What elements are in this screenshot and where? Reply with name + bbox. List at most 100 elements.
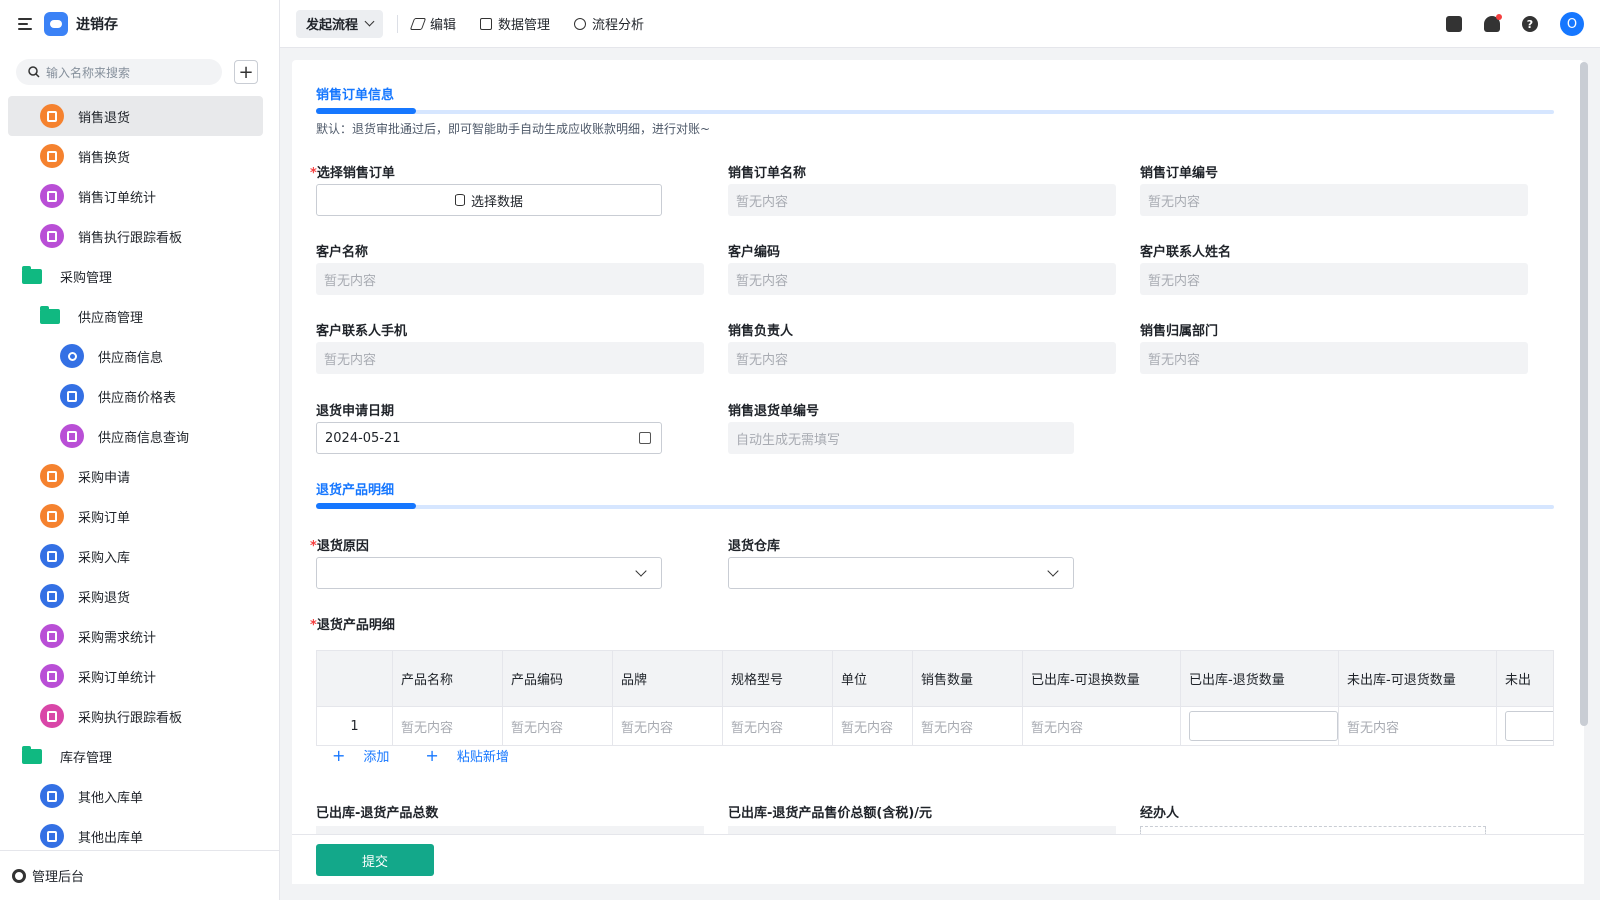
home-icon: [40, 704, 64, 728]
form-icon: [40, 104, 64, 128]
contact-name-label: 客户联系人姓名: [1140, 245, 1232, 260]
sidebar-item[interactable]: 供应商信息: [8, 336, 263, 376]
help-icon[interactable]: ?: [1522, 16, 1538, 32]
column-header: 产品名称: [393, 651, 503, 706]
column-header: 已出库-可退换数量: [1023, 651, 1181, 706]
sidebar-item[interactable]: 采购执行跟踪看板: [8, 696, 263, 736]
select-order-label: 选择销售订单: [316, 162, 395, 181]
sidebar-item[interactable]: 采购管理: [8, 256, 263, 296]
doc-icon: [40, 824, 64, 848]
sales-dept-field: 暂无内容: [1140, 342, 1528, 374]
sidebar-item[interactable]: 销售换货: [8, 136, 263, 176]
flow-analysis-button[interactable]: 流程分析: [574, 14, 644, 33]
contact-phone-label: 客户联系人手机: [316, 324, 408, 339]
sidebar-item-label: 采购订单: [78, 510, 131, 526]
search-input[interactable]: 输入名称来搜索: [16, 59, 222, 85]
column-header: 品牌: [613, 651, 723, 706]
sidebar-item[interactable]: 销售退货: [8, 96, 263, 136]
edit-label: 编辑: [430, 18, 457, 33]
table-header: 产品名称 产品编码 品牌 规格型号 单位 销售数量 已出库-可退换数量 已出库-退货数量 未出库…: [317, 651, 1553, 707]
select-data-label: 选择数据: [470, 194, 523, 210]
handler-label: 经办人: [1140, 806, 1180, 821]
add-row-button[interactable]: + 添加: [332, 746, 407, 765]
sidebar-item[interactable]: 供应商管理: [8, 296, 263, 336]
pencil-icon: [409, 17, 427, 30]
order-name-field: 暂无内容: [728, 184, 1116, 216]
sidebar-item-label: 销售退货: [78, 110, 131, 126]
edit-button[interactable]: 编辑: [409, 14, 457, 33]
add-button[interactable]: +: [234, 60, 258, 84]
column-header: 产品编码: [503, 651, 613, 706]
scrollbar[interactable]: [1580, 62, 1588, 726]
sidebar-item-label: 其他出库单: [78, 830, 144, 846]
dashboard-icon: [40, 224, 64, 248]
admin-label: 管理后台: [32, 870, 85, 885]
contact-name-field: 暂无内容: [1140, 263, 1528, 295]
chevron-down-icon: [1047, 565, 1059, 577]
chevron-down-icon: [635, 565, 647, 577]
column-header: 规格型号: [723, 651, 833, 706]
menu-icon[interactable]: [18, 18, 32, 30]
column-header: 已出库-退货数量: [1181, 651, 1339, 706]
return-reason-label: 退货原因: [316, 535, 369, 554]
order-no-field: 暂无内容: [1140, 184, 1528, 216]
topbar: 发起流程 编辑 数据管理 流程分析 ? O: [280, 0, 1600, 48]
return-warehouse-select[interactable]: [728, 557, 1074, 589]
doc-icon: [40, 584, 64, 608]
doc-icon: [40, 544, 64, 568]
row-index: 1: [317, 707, 393, 745]
return-detail-label: 退货产品明细: [316, 614, 395, 633]
sidebar-item[interactable]: 采购需求统计: [8, 616, 263, 656]
avatar[interactable]: O: [1560, 12, 1584, 36]
column-header: 未出: [1497, 651, 1553, 706]
data-management-label: 数据管理: [498, 18, 551, 33]
sidebar-item[interactable]: 销售执行跟踪看板: [8, 216, 263, 256]
search-icon: [28, 66, 40, 78]
sales-owner-field: 暂无内容: [728, 342, 1116, 374]
form-icon: [40, 144, 64, 168]
sidebar-item[interactable]: 采购订单统计: [8, 656, 263, 696]
section-divider: [316, 503, 1554, 509]
bell-icon[interactable]: [1484, 14, 1502, 32]
customer-code-field: 暂无内容: [728, 263, 1116, 295]
section-title-return-detail: 退货产品明细: [316, 483, 395, 498]
bar-chart-icon: [40, 624, 64, 648]
return-date-label: 退货申请日期: [316, 404, 395, 419]
sidebar-item[interactable]: 采购退货: [8, 576, 263, 616]
admin-link[interactable]: 管理后台: [0, 850, 279, 900]
start-flow-dropdown[interactable]: 发起流程: [296, 9, 384, 38]
folder-icon: [22, 745, 42, 764]
customer-name-label: 客户名称: [316, 245, 369, 260]
sidebar-item[interactable]: 其他入库单: [8, 776, 263, 816]
sidebar-item-label: 采购申请: [78, 470, 131, 486]
dashboard-icon: [60, 424, 84, 448]
return-no-field: 自动生成无需填写: [728, 422, 1074, 454]
return-qty-input[interactable]: [1189, 711, 1338, 741]
data-management-button[interactable]: 数据管理: [480, 14, 550, 33]
order-no-label: 销售订单编号: [1140, 166, 1219, 181]
column-header: [317, 651, 393, 706]
sidebar-item-label: 采购管理: [60, 270, 113, 286]
sidebar-item[interactable]: 销售订单统计: [8, 176, 263, 216]
sidebar-item[interactable]: 供应商信息查询: [8, 416, 263, 456]
sidebar-item-label: 库存管理: [60, 750, 113, 766]
return-date-input[interactable]: 2024-05-21: [316, 422, 662, 454]
return-reason-select[interactable]: [316, 557, 662, 589]
sidebar-item-label: 供应商价格表: [98, 390, 177, 406]
paste-add-button[interactable]: + 粘贴新增: [425, 746, 526, 765]
flow-icon: [574, 17, 587, 30]
bar-chart-icon: [40, 664, 64, 688]
sidebar-nav: 销售退货销售换货 销售订单统计 销售执行跟踪看板采购管理供应商管理 供应商信息供应商价…: [8, 96, 263, 856]
sidebar-item[interactable]: 库存管理: [8, 736, 263, 776]
sidebar-item[interactable]: 采购入库: [8, 536, 263, 576]
return-qty-input[interactable]: [1505, 711, 1553, 741]
book-icon[interactable]: [1446, 16, 1462, 32]
sidebar-item[interactable]: 采购订单: [8, 496, 263, 536]
sales-owner-label: 销售负责人: [728, 324, 794, 339]
sidebar-item[interactable]: 供应商价格表: [8, 376, 263, 416]
add-row-label: 添加: [363, 750, 390, 765]
form-panel: 销售订单信息 默认：退货审批通过后，即可智能助手自动生成应收账款明细，进行对账~…: [292, 60, 1584, 850]
select-data-button[interactable]: 选择数据: [316, 184, 662, 216]
submit-button[interactable]: 提交: [316, 844, 434, 876]
sidebar-item[interactable]: 采购申请: [8, 456, 263, 496]
